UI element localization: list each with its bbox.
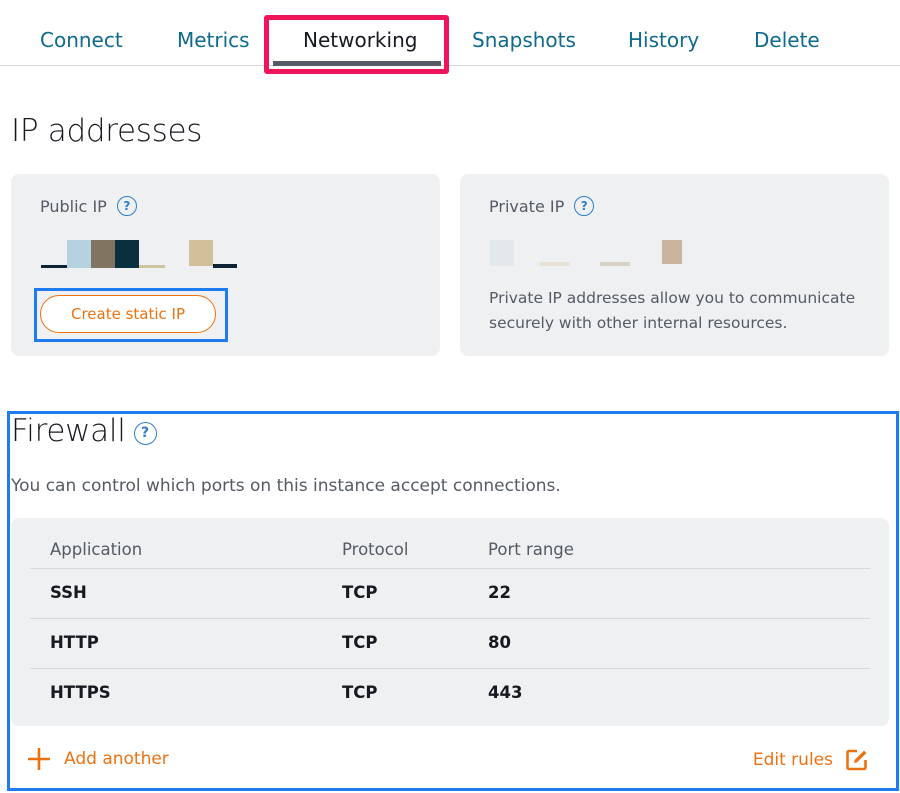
table-row: HTTP TCP 80 [30,619,870,669]
add-another-button[interactable]: Add another [28,748,169,770]
public-ip-card: Public IP ? Create static IP [11,174,440,356]
tab-history[interactable]: History [628,28,699,52]
protocol-cell: TCP [342,583,378,602]
port-cell: 80 [488,633,511,652]
application-cell: HTTPS [50,683,111,702]
protocol-cell: TCP [342,633,378,652]
private-ip-label: Private IP [489,196,565,216]
edit-rules-button[interactable]: Edit rules [753,748,869,772]
create-static-ip-button[interactable]: Create static IP [40,295,216,333]
port-cell: 22 [488,583,511,602]
networking-tab-highlight [264,15,449,74]
firewall-heading-row: Firewall ? [11,413,157,449]
tab-metrics[interactable]: Metrics [177,28,250,52]
add-another-label: Add another [64,749,169,769]
question-circle-icon[interactable]: ? [116,196,137,216]
public-ip-label: Public IP [40,196,107,216]
private-ip-card: Private IP ? Private IP addresses allow … [460,174,889,356]
column-header-protocol: Protocol [342,540,409,559]
ip-addresses-heading: IP addresses [11,113,203,149]
firewall-actions: Add another Edit rules [11,744,889,780]
tab-bar: Connect Metrics Networking Snapshots His… [0,0,900,66]
protocol-cell: TCP [342,683,378,702]
table-row: SSH TCP 22 [30,569,870,619]
firewall-table: Application Protocol Port range SSH TCP … [11,518,889,726]
tab-delete[interactable]: Delete [754,28,820,52]
private-ip-label-row: Private IP ? [489,196,595,216]
column-header-port-range: Port range [488,540,574,559]
question-circle-icon[interactable]: ? [133,421,157,445]
table-header-row: Application Protocol Port range [30,524,870,569]
private-ip-description: Private IP addresses allow you to commun… [489,289,856,332]
application-cell: SSH [50,583,87,602]
plus-icon [28,748,50,770]
table-row: HTTPS TCP 443 [30,669,870,719]
firewall-heading: Firewall [11,413,126,449]
port-cell: 443 [488,683,523,702]
private-ip-value-redacted [490,238,730,268]
public-ip-value-redacted [41,238,281,268]
application-cell: HTTP [50,633,99,652]
edit-icon [846,749,867,771]
firewall-description: You can control which ports on this inst… [11,476,561,496]
public-ip-label-row: Public IP ? [40,196,137,216]
tab-snapshots[interactable]: Snapshots [472,28,576,52]
column-header-application: Application [50,540,143,559]
tab-connect[interactable]: Connect [40,28,123,52]
edit-rules-label: Edit rules [752,750,833,770]
question-circle-icon[interactable]: ? [574,196,595,216]
